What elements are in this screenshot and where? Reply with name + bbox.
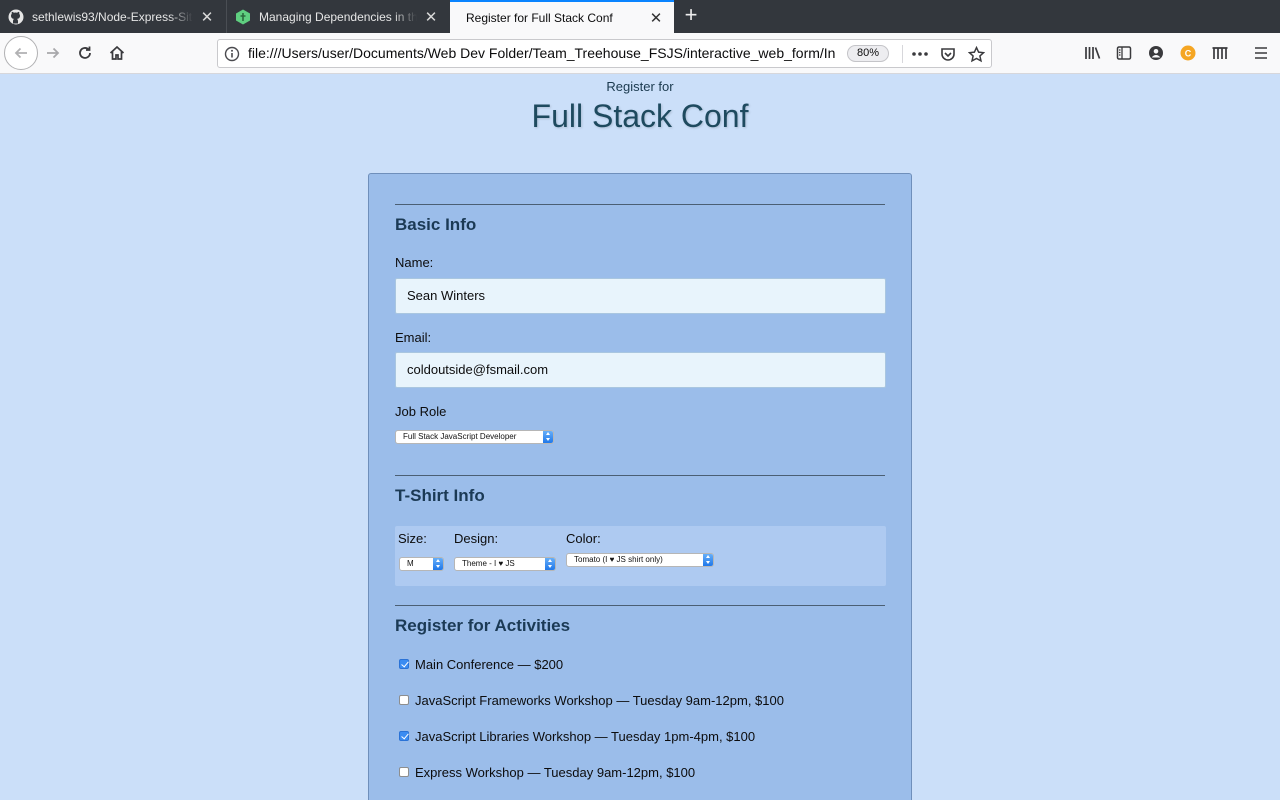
close-icon[interactable]: ✕ — [648, 10, 664, 27]
page-content: Register for Full Stack Conf Basic Info … — [0, 74, 1280, 800]
extension-button[interactable] — [1205, 38, 1235, 68]
job-role-select[interactable]: Full Stack JavaScript Developer — [395, 430, 554, 444]
arrow-right-icon — [47, 47, 60, 59]
tab-title: sethlewis93/Node-Express-Site — [32, 9, 193, 24]
github-icon — [8, 9, 24, 24]
activity-js-libraries[interactable]: JavaScript Libraries Workshop — Tuesday … — [399, 728, 755, 744]
sidebar-button[interactable] — [1109, 38, 1139, 68]
select-arrow-icon — [543, 431, 553, 443]
pocket-icon — [941, 48, 955, 61]
divider — [395, 475, 885, 476]
checkbox[interactable] — [399, 659, 409, 669]
checkbox[interactable] — [399, 767, 409, 777]
select-arrow-icon — [703, 554, 713, 566]
color-label: Color: — [566, 531, 601, 546]
registration-form: Basic Info Name: Sean Winters Email: col… — [368, 173, 912, 800]
color-value: Tomato (I ♥ JS shirt only) — [574, 555, 663, 564]
menu-button[interactable] — [1246, 38, 1276, 68]
svg-text:C: C — [1185, 49, 1192, 59]
account-button[interactable] — [1141, 38, 1171, 68]
activity-main-conference[interactable]: Main Conference — $200 — [399, 656, 563, 672]
color-select[interactable]: Tomato (I ♥ JS shirt only) — [566, 553, 714, 567]
zoom-indicator[interactable]: 80% — [847, 45, 889, 62]
tshirt-info-heading: T-Shirt Info — [395, 486, 485, 505]
forward-button[interactable] — [38, 38, 68, 68]
checkbox[interactable] — [399, 695, 409, 705]
size-value: M — [407, 559, 414, 568]
email-label: Email: — [395, 330, 432, 345]
job-role-value: Full Stack JavaScript Developer — [403, 432, 517, 441]
tab-treehouse[interactable]: Managing Dependencies in the ✕ — [226, 0, 449, 33]
checkbox[interactable] — [399, 731, 409, 741]
activity-label: Main Conference — $200 — [415, 656, 564, 672]
size-label: Size: — [398, 531, 427, 546]
size-select[interactable]: M — [399, 557, 444, 571]
home-icon — [109, 45, 125, 60]
more-icon — [912, 52, 928, 56]
job-role-label: Job Role — [395, 404, 447, 419]
email-field[interactable]: coldoutside@fsmail.com — [395, 352, 886, 388]
activities-heading: Register for Activities — [395, 616, 571, 635]
activity-express[interactable]: Express Workshop — Tuesday 9am-12pm, $10… — [399, 764, 695, 780]
close-icon[interactable]: ✕ — [423, 9, 439, 26]
library-icon — [1085, 47, 1101, 59]
tab-register[interactable]: Register for Full Stack Conf ✕ — [450, 0, 674, 33]
treehouse-icon — [236, 9, 250, 24]
select-arrow-icon — [433, 558, 443, 570]
bookmark-button[interactable] — [966, 45, 986, 63]
activity-label: JavaScript Libraries Workshop — Tuesday … — [415, 728, 756, 744]
library-button[interactable] — [1078, 38, 1108, 68]
tshirt-options: Size: M Design: Theme - I ♥ JS Color: To… — [395, 526, 886, 586]
divider — [902, 45, 903, 63]
tab-strip: sethlewis93/Node-Express-Site ✕ Managing… — [0, 0, 1280, 33]
ruler-icon — [1212, 47, 1228, 59]
navigation-toolbar: file:///Users/user/Documents/Web Dev Fol… — [0, 33, 1280, 74]
design-value: Theme - I ♥ JS — [462, 559, 515, 568]
account-icon — [1149, 46, 1163, 60]
divider — [395, 204, 885, 205]
tab-title: Register for Full Stack Conf — [466, 10, 613, 25]
basic-info-heading: Basic Info — [395, 215, 477, 234]
select-arrow-icon — [545, 558, 555, 570]
extension-button[interactable]: C — [1173, 38, 1203, 68]
info-icon[interactable] — [224, 46, 240, 62]
activity-js-frameworks[interactable]: JavaScript Frameworks Workshop — Tuesday… — [399, 692, 784, 708]
pocket-button[interactable] — [938, 45, 958, 63]
activity-label: JavaScript Frameworks Workshop — Tuesday… — [415, 692, 784, 708]
close-icon[interactable]: ✕ — [199, 9, 215, 26]
design-select[interactable]: Theme - I ♥ JS — [454, 557, 556, 571]
hamburger-icon — [1255, 47, 1267, 59]
back-button[interactable] — [4, 36, 38, 70]
design-label: Design: — [454, 531, 499, 546]
star-icon — [967, 45, 985, 62]
home-button[interactable] — [102, 38, 132, 68]
tab-github[interactable]: sethlewis93/Node-Express-Site ✕ — [0, 0, 225, 33]
activity-label: Express Workshop — Tuesday 9am-12pm, $10… — [415, 764, 696, 780]
extension-icon: C — [1180, 45, 1196, 61]
divider — [395, 605, 885, 606]
page-pre-title: Register for — [606, 79, 674, 94]
arrow-left-icon — [14, 47, 27, 59]
tab-title: Managing Dependencies in the — [259, 9, 417, 24]
address-bar[interactable]: file:///Users/user/Documents/Web Dev Fol… — [217, 39, 992, 68]
page-title: Full Stack Conf — [531, 98, 749, 134]
name-field[interactable]: Sean Winters — [395, 278, 886, 314]
sidebar-icon — [1116, 46, 1132, 60]
name-label: Name: — [395, 255, 434, 270]
page-actions-button[interactable] — [910, 45, 930, 63]
reload-icon — [79, 46, 91, 59]
new-tab-button[interactable]: + — [680, 4, 702, 28]
reload-button[interactable] — [70, 38, 100, 68]
url-text[interactable]: file:///Users/user/Documents/Web Dev Fol… — [248, 40, 840, 67]
